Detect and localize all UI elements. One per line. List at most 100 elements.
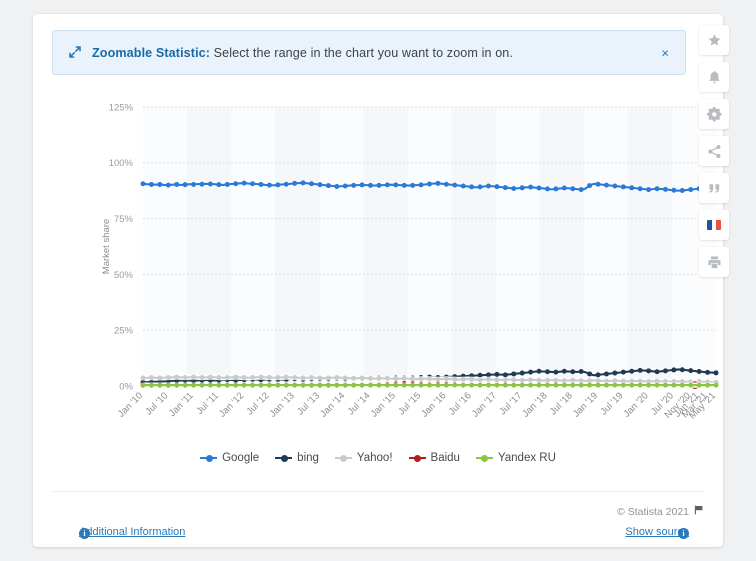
data-point[interactable] bbox=[292, 181, 297, 186]
data-point[interactable] bbox=[149, 375, 154, 380]
legend-item-bing[interactable]: bing bbox=[275, 452, 319, 464]
data-point[interactable] bbox=[655, 369, 660, 374]
data-point[interactable] bbox=[174, 383, 179, 388]
data-point[interactable] bbox=[478, 373, 483, 378]
data-point[interactable] bbox=[284, 383, 289, 388]
data-point[interactable] bbox=[360, 383, 365, 388]
data-point[interactable] bbox=[301, 180, 306, 185]
data-point[interactable] bbox=[545, 186, 550, 191]
data-point[interactable] bbox=[292, 383, 297, 388]
data-point[interactable] bbox=[545, 378, 550, 383]
data-point[interactable] bbox=[149, 383, 154, 388]
data-point[interactable] bbox=[655, 186, 660, 191]
data-point[interactable] bbox=[368, 183, 373, 188]
data-point[interactable] bbox=[376, 376, 381, 381]
data-point[interactable] bbox=[393, 376, 398, 381]
data-point[interactable] bbox=[225, 383, 230, 388]
data-point[interactable] bbox=[444, 182, 449, 187]
data-point[interactable] bbox=[528, 383, 533, 388]
data-point[interactable] bbox=[326, 183, 331, 188]
data-point[interactable] bbox=[402, 183, 407, 188]
data-point[interactable] bbox=[419, 182, 424, 187]
data-point[interactable] bbox=[537, 369, 542, 374]
data-point[interactable] bbox=[528, 377, 533, 382]
data-point[interactable] bbox=[604, 383, 609, 388]
data-point[interactable] bbox=[596, 372, 601, 377]
data-point[interactable] bbox=[376, 183, 381, 188]
data-point[interactable] bbox=[444, 376, 449, 381]
data-point[interactable] bbox=[419, 376, 424, 381]
data-point[interactable] bbox=[511, 383, 516, 388]
data-point[interactable] bbox=[537, 383, 542, 388]
data-point[interactable] bbox=[166, 183, 171, 188]
data-point[interactable] bbox=[671, 383, 676, 388]
data-point[interactable] bbox=[587, 371, 592, 376]
data-point[interactable] bbox=[351, 376, 356, 381]
data-point[interactable] bbox=[705, 370, 710, 375]
data-point[interactable] bbox=[553, 186, 558, 191]
data-point[interactable] bbox=[258, 182, 263, 187]
legend-item-google[interactable]: Google bbox=[200, 452, 259, 464]
data-point[interactable] bbox=[233, 383, 238, 388]
data-point[interactable] bbox=[511, 377, 516, 382]
data-point[interactable] bbox=[233, 181, 238, 186]
data-point[interactable] bbox=[284, 182, 289, 187]
data-point[interactable] bbox=[225, 375, 230, 380]
data-point[interactable] bbox=[427, 383, 432, 388]
notification-bell-button[interactable] bbox=[699, 62, 729, 92]
data-point[interactable] bbox=[191, 383, 196, 388]
data-point[interactable] bbox=[553, 383, 558, 388]
data-point[interactable] bbox=[494, 377, 499, 382]
data-point[interactable] bbox=[570, 186, 575, 191]
data-point[interactable] bbox=[570, 383, 575, 388]
data-point[interactable] bbox=[191, 375, 196, 380]
data-point[interactable] bbox=[444, 383, 449, 388]
data-point[interactable] bbox=[503, 383, 508, 388]
data-point[interactable] bbox=[410, 183, 415, 188]
data-point[interactable] bbox=[250, 383, 255, 388]
data-point[interactable] bbox=[166, 383, 171, 388]
data-point[interactable] bbox=[309, 383, 314, 388]
data-point[interactable] bbox=[452, 183, 457, 188]
print-button[interactable] bbox=[699, 247, 729, 277]
data-point[interactable] bbox=[562, 383, 567, 388]
data-point[interactable] bbox=[343, 184, 348, 189]
data-point[interactable] bbox=[141, 181, 146, 186]
data-point[interactable] bbox=[528, 370, 533, 375]
data-point[interactable] bbox=[503, 377, 508, 382]
data-point[interactable] bbox=[469, 383, 474, 388]
show-source-link[interactable]: Show source i bbox=[625, 526, 689, 538]
data-point[interactable] bbox=[250, 375, 255, 380]
data-point[interactable] bbox=[208, 375, 213, 380]
data-point[interactable] bbox=[461, 383, 466, 388]
share-button[interactable] bbox=[699, 136, 729, 166]
data-point[interactable] bbox=[528, 185, 533, 190]
data-point[interactable] bbox=[486, 372, 491, 377]
data-point[interactable] bbox=[376, 383, 381, 388]
data-point[interactable] bbox=[301, 375, 306, 380]
data-point[interactable] bbox=[596, 182, 601, 187]
data-point[interactable] bbox=[452, 377, 457, 382]
data-point[interactable] bbox=[486, 383, 491, 388]
data-point[interactable] bbox=[714, 370, 719, 375]
data-point[interactable] bbox=[199, 375, 204, 380]
data-point[interactable] bbox=[461, 184, 466, 189]
data-point[interactable] bbox=[671, 367, 676, 372]
data-point[interactable] bbox=[208, 182, 213, 187]
data-point[interactable] bbox=[191, 182, 196, 187]
data-point[interactable] bbox=[579, 369, 584, 374]
data-point[interactable] bbox=[545, 383, 550, 388]
data-point[interactable] bbox=[663, 383, 668, 388]
data-point[interactable] bbox=[478, 377, 483, 382]
data-point[interactable] bbox=[520, 383, 525, 388]
data-point[interactable] bbox=[183, 182, 188, 187]
data-point[interactable] bbox=[520, 371, 525, 376]
data-point[interactable] bbox=[317, 182, 322, 187]
data-point[interactable] bbox=[242, 181, 247, 186]
data-point[interactable] bbox=[199, 383, 204, 388]
data-point[interactable] bbox=[537, 378, 542, 383]
data-point[interactable] bbox=[478, 184, 483, 189]
data-point[interactable] bbox=[368, 376, 373, 381]
data-point[interactable] bbox=[579, 378, 584, 383]
data-point[interactable] bbox=[537, 186, 542, 191]
